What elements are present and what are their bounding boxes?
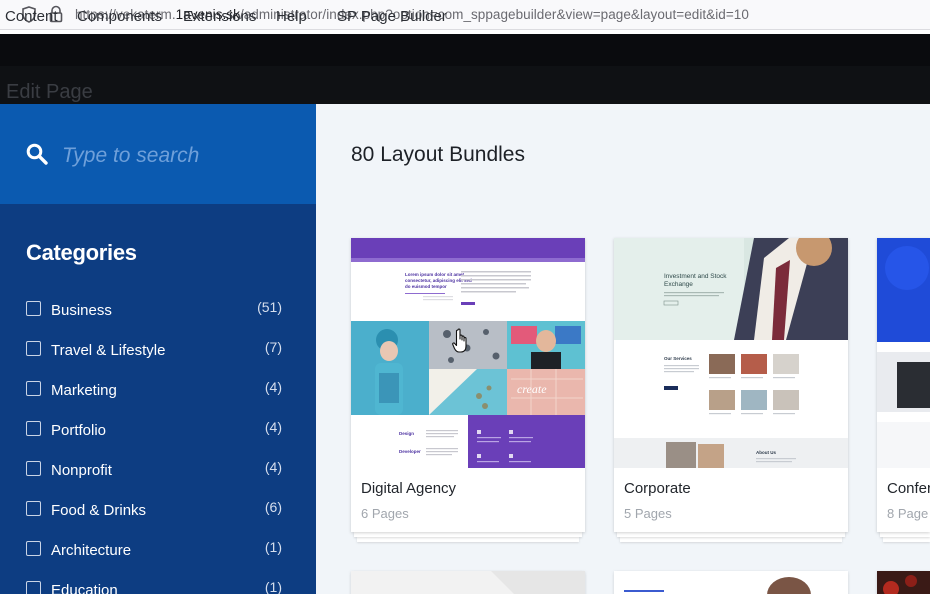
bundle-title: Confer <box>887 480 930 497</box>
card-stack-edge <box>617 532 845 537</box>
bundle-card-conference[interactable]: Confer 8 Page <box>877 238 930 532</box>
category-label: Travel & Lifestyle <box>51 342 166 359</box>
svg-text:do euismod tempor: do euismod tempor <box>405 284 447 289</box>
category-food-drinks[interactable]: Food & Drinks (6) <box>26 499 282 523</box>
bundle-page-count: 5 Pages <box>624 506 672 521</box>
category-count: (7) <box>264 339 282 355</box>
bundle-thumbnail <box>877 238 930 468</box>
category-nonprofit[interactable]: Nonprofit (4) <box>26 459 282 483</box>
svg-text:create: create <box>517 382 547 396</box>
card-stack-edge <box>883 537 930 542</box>
category-checkbox[interactable] <box>26 341 41 356</box>
category-checkbox[interactable] <box>26 461 41 476</box>
admin-menu-help[interactable]: Help <box>276 8 307 25</box>
category-label: Business <box>51 302 112 319</box>
categories-title: Categories <box>26 240 137 265</box>
category-label: Portfolio <box>51 422 107 439</box>
category-count: (4) <box>264 459 282 475</box>
category-checkbox[interactable] <box>26 421 41 436</box>
bundle-thumbnail <box>614 571 848 594</box>
digital-agency-preview: Lorem ipsum dolor sit amet consectetur, … <box>351 238 585 468</box>
category-checkbox[interactable] <box>26 501 41 516</box>
category-checkbox[interactable] <box>26 301 41 316</box>
bundle-thumbnail: Lorem ipsum dolor sit amet consectetur, … <box>351 238 585 468</box>
url-path: /administrator/index.php?option=com_sppa… <box>239 7 749 22</box>
bundle-page-count: 8 Page <box>887 506 929 521</box>
svg-text:Our Services: Our Services <box>664 356 692 361</box>
svg-text:Exchange: Exchange <box>664 281 693 288</box>
bundle-title: Digital Agency <box>361 480 457 497</box>
bundle-card-next-row[interactable] <box>614 571 848 594</box>
bundle-thumbnail <box>351 571 585 594</box>
category-architecture[interactable]: Architecture (1) <box>26 539 282 563</box>
admin-menu-sp-page-builder[interactable]: SP Page Builder <box>337 8 447 25</box>
category-label: Marketing <box>51 382 117 399</box>
search-input[interactable] <box>62 140 302 172</box>
page-subheader <box>0 66 930 104</box>
category-count: (4) <box>264 419 282 435</box>
svg-text:Developer: Developer <box>399 449 421 454</box>
category-marketing[interactable]: Marketing (4) <box>26 379 282 403</box>
category-business[interactable]: Business (51) <box>26 299 282 323</box>
category-label: Architecture <box>51 542 132 559</box>
admin-menu-extensions[interactable]: Extensions <box>183 8 256 25</box>
svg-text:Design: Design <box>399 431 414 436</box>
category-checkbox[interactable] <box>26 381 41 396</box>
search-icon <box>26 143 48 165</box>
conference-preview <box>877 238 930 468</box>
svg-text:Lorem ipsum dolor sit amet: Lorem ipsum dolor sit amet <box>405 272 465 277</box>
svg-text:Investment and Stock: Investment and Stock <box>664 273 727 280</box>
bundle-card-digital-agency[interactable]: Lorem ipsum dolor sit amet consectetur, … <box>351 238 585 532</box>
category-education[interactable]: Education (1) <box>26 579 282 594</box>
category-count: (4) <box>264 379 282 395</box>
category-checkbox[interactable] <box>26 541 41 556</box>
card-stack-edge <box>357 537 579 542</box>
bundle-card-next-row[interactable] <box>877 571 930 594</box>
bundle-thumbnail <box>877 571 930 594</box>
card-stack-edge <box>880 532 930 537</box>
category-travel-lifestyle[interactable]: Travel & Lifestyle (7) <box>26 339 282 363</box>
bundle-title: Corporate <box>624 480 691 497</box>
category-label: Education <box>51 582 118 594</box>
card-stack-edge <box>620 537 842 542</box>
admin-menu-components[interactable]: Components <box>77 8 162 25</box>
category-count: (51) <box>257 299 282 315</box>
bundle-page-count: 6 Pages <box>361 506 409 521</box>
admin-menu-content[interactable]: Content <box>5 8 58 25</box>
bundle-card-corporate[interactable]: Investment and Stock Exchange Our Servic… <box>614 238 848 532</box>
category-count: (1) <box>264 539 282 555</box>
category-checkbox[interactable] <box>26 581 41 594</box>
category-label: Nonprofit <box>51 462 112 479</box>
svg-text:About Us: About Us <box>756 450 776 455</box>
admin-menu-bar <box>0 34 930 66</box>
category-count: (1) <box>264 579 282 594</box>
category-label: Food & Drinks <box>51 502 147 519</box>
card-stack-edge <box>354 532 582 537</box>
category-count: (6) <box>264 499 282 515</box>
bundles-heading: 80 Layout Bundles <box>351 143 525 166</box>
page-title: Edit Page <box>6 81 93 103</box>
category-portfolio[interactable]: Portfolio (4) <box>26 419 282 443</box>
bundle-card-next-row[interactable] <box>351 571 585 594</box>
bundle-thumbnail: Investment and Stock Exchange Our Servic… <box>614 238 848 468</box>
corporate-preview: Investment and Stock Exchange Our Servic… <box>614 238 848 468</box>
